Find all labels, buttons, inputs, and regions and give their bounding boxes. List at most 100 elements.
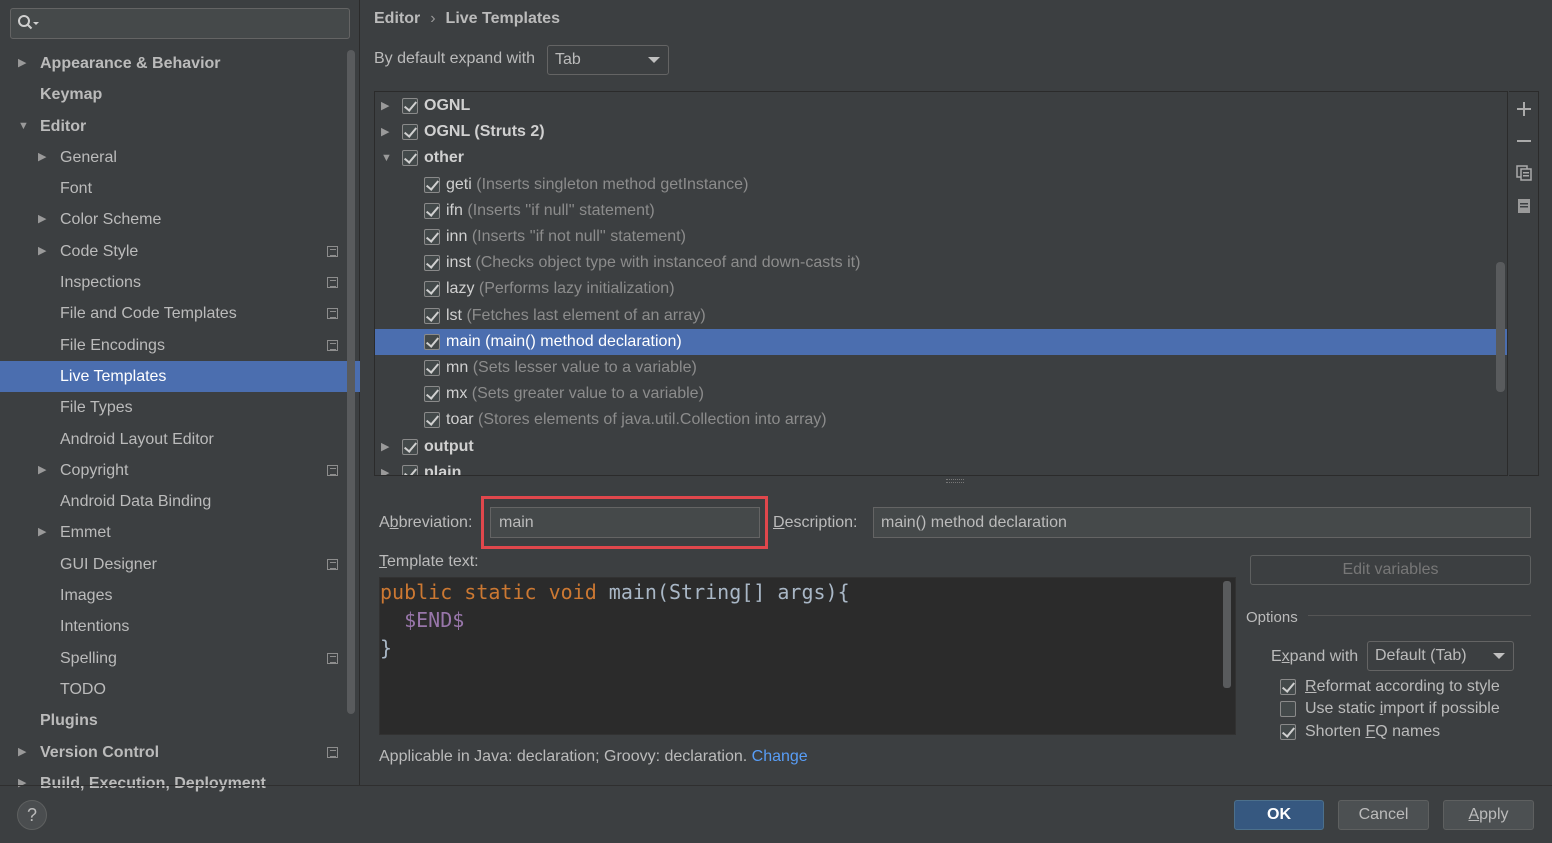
template-label: geti (Inserts singleton method getInstan… [446,172,748,198]
sidebar-item[interactable]: ▶ Version Control [0,737,346,768]
chevron-right-icon[interactable]: ▶ [38,455,50,486]
sidebar-item[interactable]: ▶ Copyright [0,455,346,486]
sidebar-item[interactable]: ▶ Color Scheme [0,204,346,235]
template-group-row[interactable]: ▶ plain [375,460,1507,475]
template-row[interactable]: geti (Inserts singleton method getInstan… [375,172,1507,198]
cancel-button[interactable]: Cancel [1338,800,1429,830]
template-group-row[interactable]: ▶ output [375,434,1507,460]
template-group-row[interactable]: ▶ OGNL [375,93,1507,119]
settings-search-input[interactable] [10,8,350,39]
code-scrollbar[interactable] [1223,581,1231,688]
expand-with-select[interactable]: Default (Tab) [1367,641,1514,671]
template-row[interactable]: lst (Fetches last element of an array) [375,303,1507,329]
chevron-right-icon[interactable]: ▶ [18,48,30,79]
panel-splitter[interactable] [946,479,964,483]
template-row[interactable]: ifn (Inserts ''if null'' statement) [375,198,1507,224]
sidebar-item[interactable]: Font [0,173,346,204]
template-row[interactable]: toar (Stores elements of java.util.Colle… [375,407,1507,433]
chevron-right-icon[interactable]: ▶ [38,142,50,173]
sidebar-item[interactable]: Keymap [0,79,346,110]
apply-button[interactable]: Apply [1443,800,1534,830]
template-checkbox[interactable] [424,412,440,429]
sidebar-item[interactable]: TODO [0,674,346,705]
template-row[interactable]: mx (Sets greater value to a variable) [375,381,1507,407]
sidebar-item[interactable]: Spelling [0,643,346,674]
template-checkbox[interactable] [402,150,418,167]
sidebar-item[interactable]: ▶ Emmet [0,517,346,548]
template-checkbox[interactable] [402,98,418,114]
sidebar-item[interactable]: Android Layout Editor [0,424,346,455]
minus-icon[interactable] [1515,132,1533,150]
chevron-right-icon[interactable]: ▶ [38,204,50,235]
chevron-right-icon[interactable]: ▶ [38,517,50,548]
static-import-checkbox[interactable] [1280,701,1296,717]
sidebar-item[interactable]: ▶ Build, Execution, Deployment [0,768,346,799]
chevron-right-icon[interactable]: ▶ [18,768,30,799]
template-group-icon[interactable] [1515,197,1533,215]
chevron-right-icon[interactable]: ▶ [38,236,50,267]
sidebar-item[interactable]: File Encodings [0,330,346,361]
sidebar-item[interactable]: Plugins [0,705,346,736]
template-checkbox[interactable] [402,124,418,141]
chevron-right-icon[interactable]: ▶ [381,119,389,145]
sidebar-item-label: Android Data Binding [60,493,212,511]
sidebar-item[interactable]: GUI Designer [0,549,346,580]
sidebar-item[interactable]: Android Data Binding [0,486,346,517]
template-text-editor[interactable]: public static void main(String[] args){ … [379,577,1236,735]
template-checkbox[interactable] [424,255,440,272]
sidebar-item[interactable]: ▶ General [0,142,346,173]
template-row[interactable]: inst (Checks object type with instanceof… [375,250,1507,276]
sidebar-item[interactable]: File Types [0,392,346,423]
template-checkbox[interactable] [424,176,440,193]
default-expand-select[interactable]: Tab [547,45,669,75]
reformat-checkbox[interactable] [1280,679,1296,695]
chevron-right-icon[interactable]: ▶ [18,737,30,768]
template-checkbox[interactable] [424,360,440,376]
search-field[interactable] [41,12,341,35]
template-description: (Inserts ''if null'' statement) [467,201,655,219]
sidebar-item[interactable]: Images [0,580,346,611]
description-input[interactable]: main() method declaration [873,507,1531,538]
template-checkbox[interactable] [424,386,440,403]
sidebar-item[interactable]: Inspections [0,267,346,298]
copy-icon[interactable] [1515,164,1533,182]
template-group-row[interactable]: ▼ other [375,145,1507,171]
template-row[interactable]: inn (Inserts ''if not null'' statement) [375,224,1507,250]
chevron-down-icon[interactable]: ▼ [381,145,392,171]
sidebar-item-label: Intentions [60,618,130,636]
sidebar-item[interactable]: Live Templates [0,360,360,393]
sidebar-item[interactable]: ▼ Editor [0,111,346,142]
template-group-row[interactable]: ▶ OGNL (Struts 2) [375,119,1507,145]
template-checkbox[interactable] [402,438,418,455]
sidebar-item[interactable]: ▶ Code Style [0,236,346,267]
sidebar-scrollbar[interactable] [347,50,355,714]
help-button[interactable]: ? [17,800,47,830]
edit-variables-button[interactable]: Edit variables [1250,555,1531,585]
sidebar-item[interactable]: Intentions [0,611,346,642]
template-checkbox[interactable] [424,307,440,324]
template-row[interactable]: mn (Sets lesser value to a variable) [375,355,1507,381]
chevron-right-icon[interactable]: ▶ [381,460,389,475]
plus-icon[interactable] [1515,100,1533,118]
template-checkbox[interactable] [424,229,440,245]
shorten-fq-checkbox[interactable] [1280,724,1296,740]
template-checkbox[interactable] [424,202,440,219]
template-checkbox[interactable] [402,464,418,475]
chevron-down-icon[interactable]: ▼ [18,111,30,142]
sidebar-item-label: Spelling [60,649,117,667]
chevron-right-icon[interactable]: ▶ [381,93,389,119]
template-row[interactable]: main (main() method declaration) [375,328,1507,355]
chevron-right-icon[interactable]: ▶ [381,434,389,460]
annotation-highlight-box [481,496,768,549]
template-label: mx (Sets greater value to a variable) [446,381,704,407]
change-context-link[interactable]: Change [752,748,808,765]
template-checkbox[interactable] [424,333,440,350]
breadcrumb-parent[interactable]: Editor [374,10,420,27]
sidebar-item[interactable]: File and Code Templates [0,298,346,329]
sidebar-item-label: Live Templates [60,367,167,385]
ok-button[interactable]: OK [1234,800,1324,830]
template-row[interactable]: lazy (Performs lazy initialization) [375,276,1507,302]
templates-scrollbar[interactable] [1496,262,1505,392]
template-checkbox[interactable] [424,281,440,298]
sidebar-item[interactable]: ▶ Appearance & Behavior [0,48,346,79]
